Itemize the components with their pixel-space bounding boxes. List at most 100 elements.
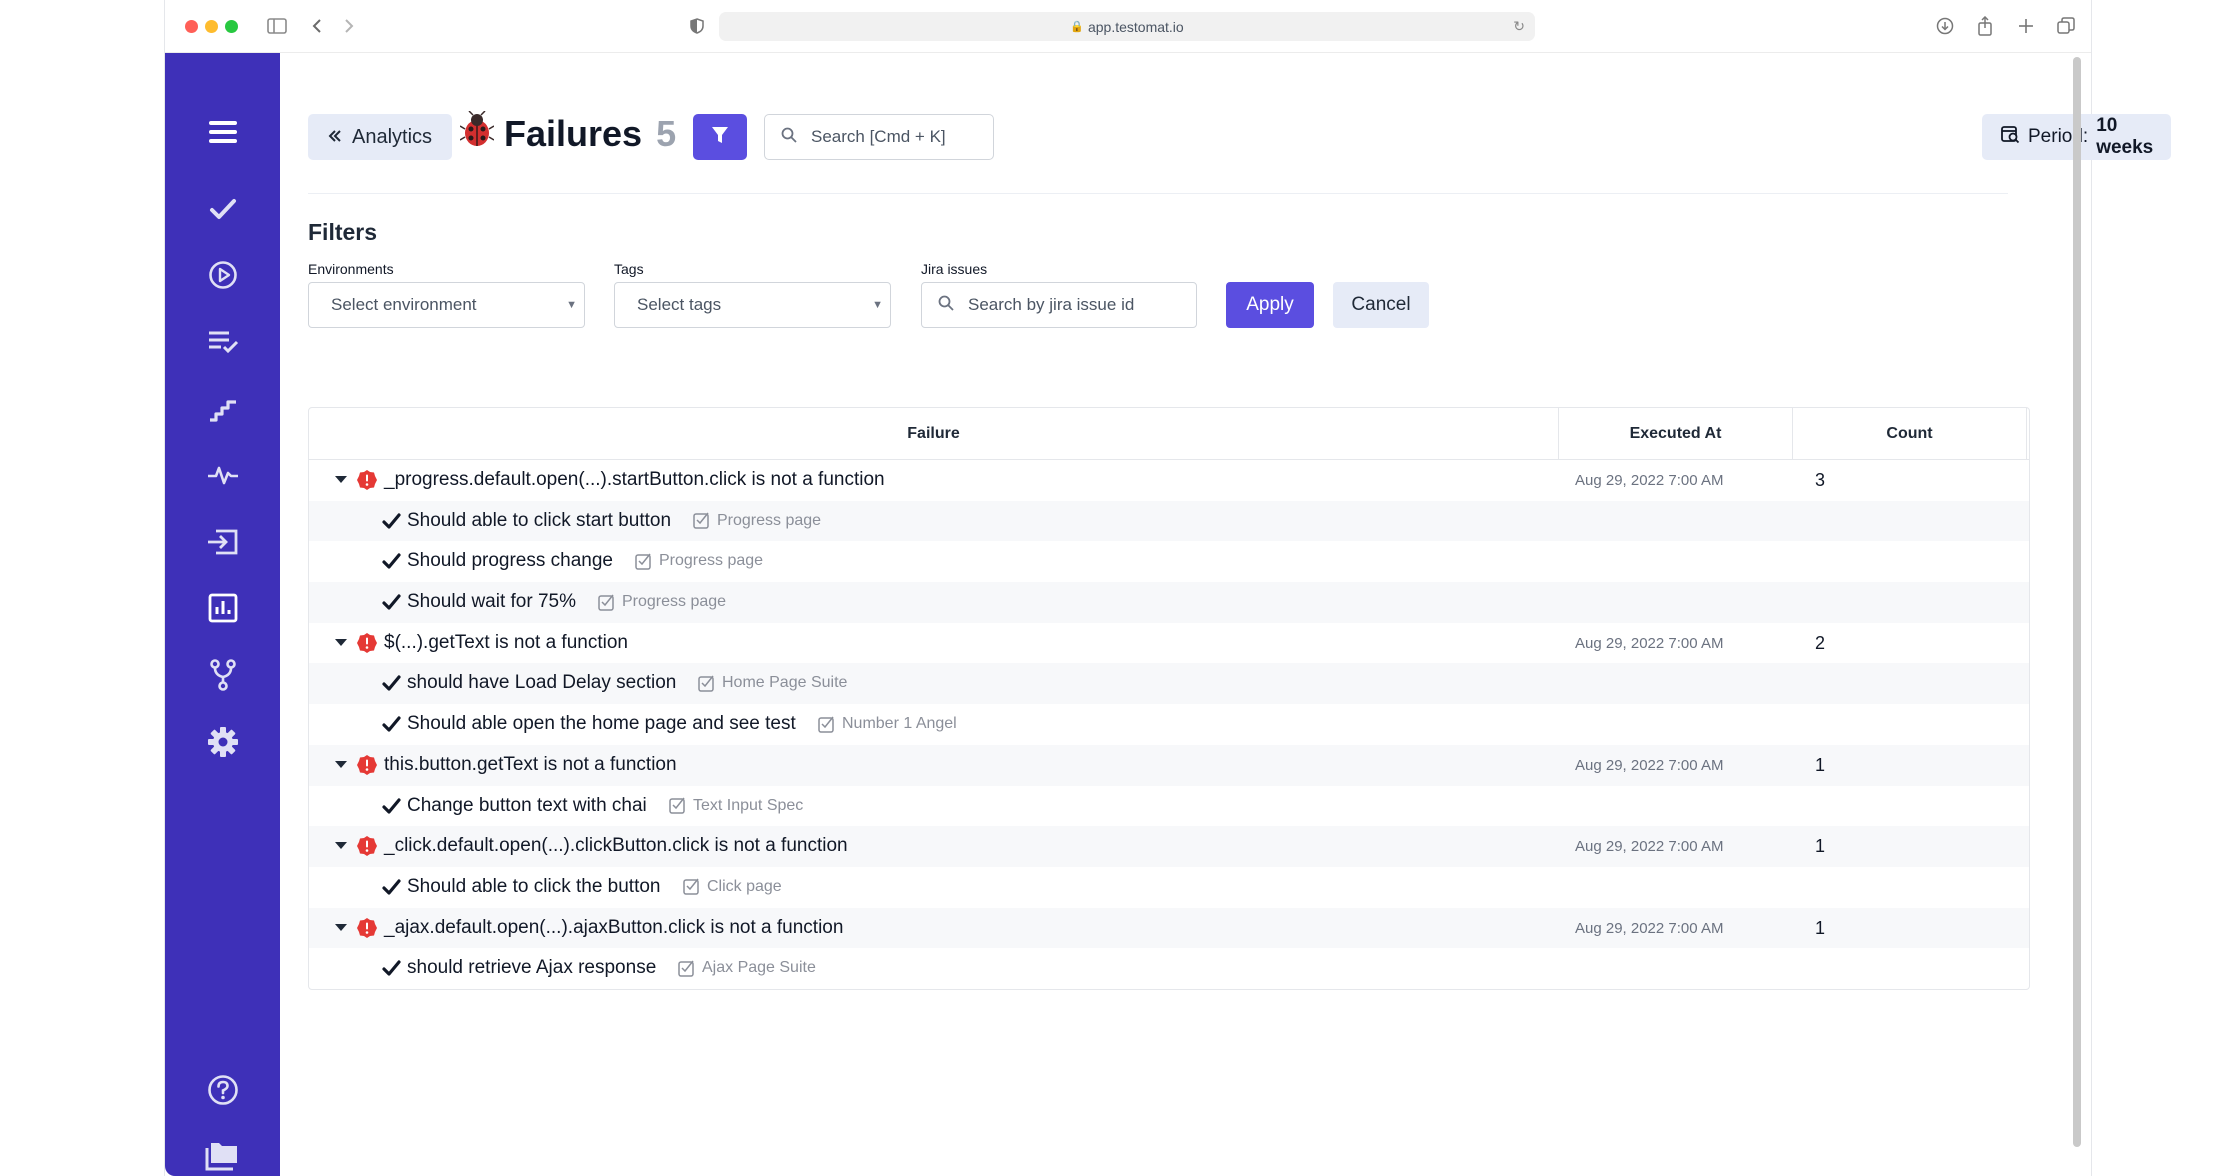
chevron-down-icon: ▼ [566, 299, 577, 311]
apply-button[interactable]: Apply [1226, 282, 1314, 328]
checklist-icon[interactable] [165, 322, 280, 362]
analytics-icon[interactable] [165, 588, 280, 628]
new-tab-icon[interactable] [2014, 14, 2038, 38]
global-search[interactable] [764, 114, 994, 160]
chevron-down-icon[interactable] [335, 842, 347, 850]
column-header-executed-at[interactable]: Executed At [1559, 408, 1793, 460]
period-value: 10 weeks [2096, 115, 2154, 158]
suite-name: Home Page Suite [722, 674, 848, 692]
close-window-button[interactable] [185, 20, 198, 33]
branch-icon[interactable] [165, 655, 280, 695]
share-icon[interactable] [1973, 14, 1997, 38]
failure-message[interactable]: _ajax.default.open(...).ajaxButton.click… [384, 917, 843, 939]
test-row[interactable]: Should progress change Progress page [309, 541, 2029, 582]
failures-count: 5 [656, 112, 677, 154]
chevron-down-icon[interactable] [335, 476, 347, 483]
executed-at: Aug 29, 2022 7:00 AM [1575, 472, 1724, 489]
failure-group-row[interactable]: this.button.getText is not a function Aug… [309, 744, 2029, 786]
jira-search[interactable] [921, 282, 1197, 328]
test-row[interactable]: Should able open the home page and see t… [309, 704, 2029, 745]
suite-link[interactable]: Click page [683, 878, 782, 896]
chevron-down-icon[interactable] [335, 923, 347, 931]
analytics-back-button[interactable]: Analytics [308, 114, 453, 160]
failure-message[interactable]: $(...).getText is not a function [384, 632, 628, 654]
suite-link[interactable]: Number 1 Angel [818, 715, 957, 733]
tab-overview-icon[interactable] [2054, 14, 2078, 38]
minimize-window-button[interactable] [205, 20, 218, 33]
test-row[interactable]: should retrieve Ajax response Ajax Page S… [309, 948, 2029, 989]
test-row[interactable]: Should able to click the button Click pag… [309, 867, 2029, 908]
download-icon[interactable] [1933, 14, 1957, 38]
chevron-down-icon[interactable] [335, 638, 347, 646]
test-name[interactable]: should have Load Delay section [407, 672, 676, 694]
test-name[interactable]: Change button text with chai [407, 795, 647, 817]
sidebar-toggle-icon[interactable] [265, 14, 289, 38]
settings-icon[interactable] [165, 722, 280, 762]
test-row[interactable]: Should able to click start button Progres… [309, 500, 2029, 542]
search-input[interactable] [811, 127, 971, 147]
failure-count: 1 [1815, 836, 1826, 857]
suite-name: Click page [707, 877, 782, 895]
suite-icon [693, 512, 709, 529]
pulse-icon[interactable] [165, 455, 280, 495]
forward-nav-icon[interactable] [337, 14, 361, 38]
failure-group-row[interactable]: _ajax.default.open(...).ajaxButton.click… [309, 907, 2029, 949]
funnel-icon [711, 125, 729, 150]
failure-group-row[interactable]: _progress.default.open(...).startButton.… [309, 460, 2029, 501]
environments-label: Environments [308, 261, 394, 277]
suite-name: Progress page [659, 552, 764, 570]
test-row[interactable]: should have Load Delay section Home Page … [309, 663, 2029, 705]
address-bar[interactable]: 🔒 app.testomat.io ↻ [719, 12, 1535, 41]
tags-select-placeholder: Select tags [637, 295, 722, 314]
folder-icon[interactable] [165, 1136, 280, 1176]
menu-icon[interactable] [165, 112, 280, 152]
suite-name: Progress page [717, 511, 822, 529]
failure-message[interactable]: this.button.getText is not a function [384, 754, 677, 776]
shield-icon[interactable] [685, 14, 709, 38]
tags-select[interactable]: Select tags ▼ [614, 282, 891, 328]
test-name[interactable]: should retrieve Ajax response [407, 957, 656, 979]
suite-link[interactable]: Home Page Suite [698, 674, 847, 692]
filter-toggle-button[interactable] [693, 114, 747, 160]
checkmark-icon [381, 958, 403, 980]
cancel-button[interactable]: Cancel [1333, 282, 1429, 328]
failure-message[interactable]: _click.default.open(...).clickButton.cli… [384, 835, 848, 857]
page-scrollbar[interactable] [2073, 57, 2081, 1147]
executed-at: Aug 29, 2022 7:00 AM [1575, 634, 1724, 652]
test-name[interactable]: Should wait for 75% [407, 591, 576, 613]
suite-icon [678, 960, 694, 977]
suite-link[interactable]: Ajax Page Suite [678, 959, 816, 977]
import-icon[interactable] [165, 522, 280, 562]
column-header-count[interactable]: Count [1793, 408, 2027, 460]
steps-icon[interactable] [165, 389, 280, 429]
suite-link[interactable]: Progress page [598, 593, 726, 611]
executed-at: Aug 29, 2022 7:00 AM [1575, 919, 1724, 937]
url-text: app.testomat.io [1087, 18, 1184, 35]
app-sidebar [165, 53, 280, 1176]
test-name[interactable]: Should able open the home page and see t… [407, 713, 796, 735]
suite-link[interactable]: Progress page [635, 552, 763, 570]
help-icon[interactable] [165, 1070, 280, 1110]
test-name[interactable]: Should able to click start button [407, 510, 671, 532]
test-name[interactable]: Should able to click the button [407, 876, 661, 898]
test-row[interactable]: Change button text with chai Text Input S… [309, 786, 2029, 827]
maximize-window-button[interactable] [225, 20, 238, 33]
column-header-failure[interactable]: Failure [309, 408, 1559, 460]
checkmark-icon[interactable] [165, 189, 280, 229]
test-row[interactable]: Should wait for 75% Progress page [309, 582, 2029, 623]
failure-group-row[interactable]: _click.default.open(...).clickButton.cli… [309, 826, 2029, 867]
failure-count: 3 [1815, 470, 1826, 490]
failure-message[interactable]: _progress.default.open(...).startButton.… [384, 469, 885, 491]
chevron-down-icon[interactable] [335, 760, 347, 768]
suite-link[interactable]: Text Input Spec [669, 797, 803, 815]
double-chevron-left-icon [328, 126, 342, 149]
reload-icon[interactable]: ↻ [1513, 18, 1525, 35]
suite-link[interactable]: Progress page [693, 512, 821, 530]
test-name[interactable]: Should progress change [407, 550, 613, 572]
failure-group-row[interactable]: $(...).getText is not a function Aug 29, … [309, 623, 2029, 664]
back-nav-icon[interactable] [305, 14, 329, 38]
environment-select[interactable]: Select environment ▼ [308, 282, 585, 328]
suite-name: Progress page [622, 593, 727, 611]
play-circle-icon[interactable] [165, 255, 280, 295]
jira-search-input[interactable] [968, 295, 1168, 315]
